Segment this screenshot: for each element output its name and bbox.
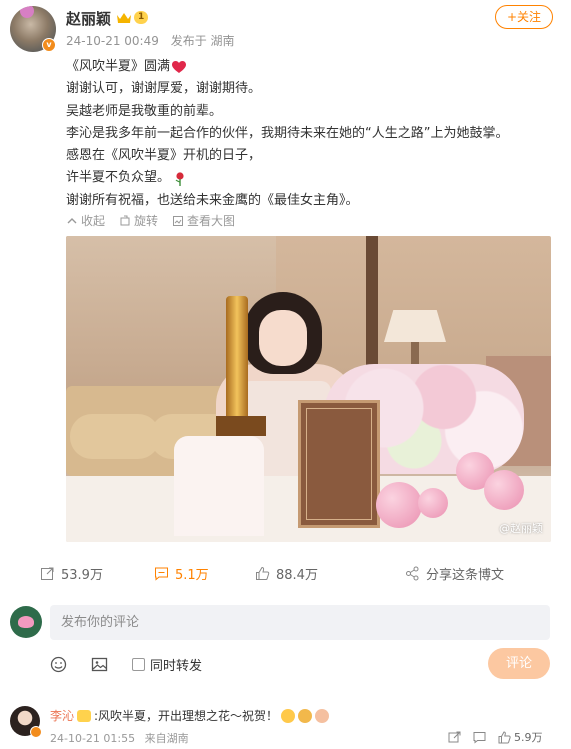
image-icon [91,657,108,671]
reply-timestamp: 24-10-21 01:55 [50,732,136,745]
comment-count: 5.1万 [175,568,209,583]
clap-emoji-icon [298,708,313,723]
repost-also-checkbox[interactable] [132,657,145,671]
reply-location: 来自湖南 [144,732,189,745]
post-line-text: 《风吹半夏》圆满 [66,59,171,74]
post-line: 李沁是我多年前一起合作的伙伴，我期待未来在她的“人生之路”上为她鼓掌。 [66,125,509,141]
repost-icon [41,567,54,580]
like-icon [256,566,270,580]
reply-meta: 24-10-21 01:55 来自湖南 [50,730,189,746]
post-location: 发布于 湖南 [170,34,235,48]
share-button[interactable]: 分享这条博文 [405,564,504,583]
author-name[interactable]: 赵丽颖 [66,8,111,29]
submit-comment-button[interactable]: 评论 [488,648,550,679]
crown-icon [117,13,131,23]
reply-comment-icon[interactable] [473,731,486,744]
reply-like-icon [498,730,511,743]
view-large-label: 查看大图 [187,214,236,228]
emoji-button[interactable] [50,656,67,673]
view-large-icon [173,215,184,226]
reply-author-name[interactable]: 李沁 [50,707,74,724]
photo-watermark: @赵丽颖 [499,522,543,535]
post-photo[interactable]: @赵丽颖 [66,236,551,542]
rotate-image-button[interactable]: 旋转 [119,212,158,229]
reply-content: 李沁 :风吹半夏，开出理想之花～祝贺！ [50,707,330,724]
repost-also-toggle[interactable]: 同时转发 [132,655,202,674]
reply-verified-icon [30,726,42,738]
view-large-button[interactable]: 查看大图 [172,212,235,229]
post-line-text: 许半夏不负众望。 [66,170,171,186]
rose-icon [175,172,184,186]
post-line: 《风吹半夏》圆满 [66,56,546,78]
smiley-icon [50,656,67,672]
vip-level: 1 [134,11,149,24]
my-avatar[interactable] [10,606,42,638]
comment-button[interactable]: 5.1万 [154,564,209,583]
celebrate-emoji-icon [281,708,296,723]
repost-also-label: 同时转发 [150,658,203,674]
image-upload-button[interactable] [91,656,108,673]
reply-vip-icon [77,709,92,722]
post-line: 谢谢所有祝福，也送给未来金鹰的《最佳女主角》。 [66,192,359,208]
post-line: 吴越老师是我敬重的前辈。 [66,103,223,119]
avatar-flower-icon [20,6,34,18]
like-count: 88.4万 [276,568,318,583]
follow-button[interactable]: +关注 [495,5,553,29]
collapse-label: 收起 [81,214,106,228]
lotus-icon [18,616,34,628]
post-line: 许半夏不负众望。 [66,167,546,189]
comment-icon [155,567,168,581]
image-toolbar: 收起 旋转 查看大图 [66,212,235,229]
reply-like-count: 5.9万 [514,731,543,744]
rotate-icon [120,215,130,225]
reply-share-icon[interactable] [448,731,461,744]
post-meta: 24-10-21 00:49 发布于 湖南 [66,32,235,49]
repost-button[interactable]: 53.9万 [40,564,103,583]
reply-actions: 5.9万 [448,729,543,745]
post-timestamp[interactable]: 24-10-21 00:49 [66,34,159,48]
verified-badge-icon: v [42,38,56,52]
post-line: 感恩在《风吹半夏》开机的日子， [66,148,262,164]
share-icon [406,566,419,581]
vip-badge[interactable]: 1 [116,11,149,24]
collapse-icon [67,217,77,223]
like-button[interactable]: 88.4万 [255,564,318,583]
repost-count: 53.9万 [61,568,103,583]
composer-toolbar: 同时转发 [50,654,226,674]
share-label: 分享这条博文 [426,568,505,583]
rotate-label: 旋转 [134,214,159,228]
stats-bar: 53.9万 5.1万 88.4万 分享这条博文 [0,564,571,590]
reply-text: :风吹半夏，开出理想之花～祝贺！ [94,709,279,723]
reply-like-button[interactable]: 5.9万 [498,729,543,745]
post-line: 谢谢认可，谢谢厚爱，谢谢期待。 [66,81,262,97]
congrats-emoji-icon [315,708,330,723]
comment-input[interactable] [50,605,550,640]
post-body: 《风吹半夏》圆满 谢谢认可，谢谢厚爱，谢谢期待。 吴越老师是我敬重的前辈。 李沁… [66,56,546,212]
heart-icon [172,60,187,73]
collapse-image-button[interactable]: 收起 [66,212,105,229]
